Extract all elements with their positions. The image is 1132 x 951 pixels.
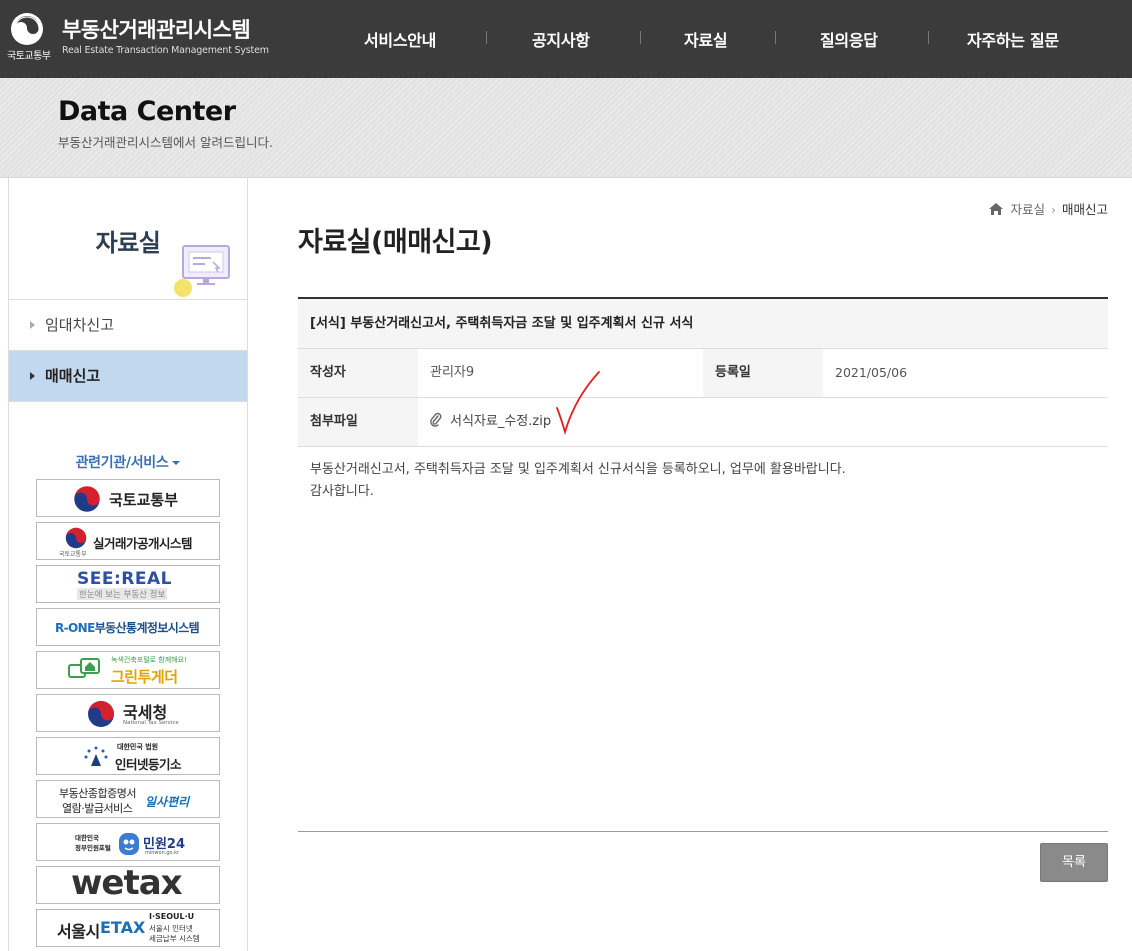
board-bottom-divider xyxy=(298,831,1108,832)
nav-notices[interactable]: 공지사항 xyxy=(532,27,590,51)
post-view: [서식] 부동산거래신고서, 주택취득자금 조달 및 입주계획서 신규 서식 작… xyxy=(298,297,1108,515)
chevron-right-icon: › xyxy=(1050,202,1056,217)
page-title: 자료실(매매신고) xyxy=(298,227,493,258)
attachment-download-link[interactable]: 서식자료_수정.zip xyxy=(450,414,551,429)
banner-url: minwon.go.kr xyxy=(145,850,180,856)
sidebar-menu: 임대차신고 매매신고 xyxy=(9,299,247,402)
banner-line1: 대한민국 xyxy=(75,834,99,842)
nav-divider xyxy=(928,31,929,44)
sidebar-item-lease-report[interactable]: 임대차신고 xyxy=(9,300,247,351)
main-nav: 서비스안내 공지사항 자료실 질의응답 자주하는 질문 xyxy=(330,0,1120,78)
post-subject: [서식] 부동산거래신고서, 주택취득자금 조달 및 입주계획서 신규 서식 xyxy=(298,299,1108,349)
breadcrumb: 자료실 › 매매신고 xyxy=(988,199,1108,219)
post-body-line: 부동산거래신고서, 주택취득자금 조달 및 입주계획서 신규서식을 등록하오니,… xyxy=(310,462,846,477)
banner-line2: 열람·발급서비스 xyxy=(62,802,133,815)
banner-green-together[interactable]: 녹색건축포털로 함께해요! 그린투게더 xyxy=(36,651,220,689)
sidebar: 자료실 임대차신고 매매신고 관련기관/서비스 국토교통부 국토교통부 실거래가… xyxy=(8,178,248,951)
banner-sublabel: 대한민국 법원 xyxy=(117,743,159,751)
nav-divider xyxy=(775,31,776,44)
list-button[interactable]: 목록 xyxy=(1040,843,1108,882)
chat-house-icon xyxy=(68,658,100,678)
monitor-icon xyxy=(181,244,235,292)
caret-right-icon xyxy=(30,321,35,329)
nav-divider xyxy=(640,31,641,44)
home-icon[interactable] xyxy=(988,202,1004,219)
banner-seoul-etax[interactable]: 서울시 ETAX I·SEOUL·U 서울시 인터넷 세금납부 시스템 xyxy=(36,909,220,947)
paperclip-icon xyxy=(430,401,442,449)
sub-visual-banner: Data Center 부동산거래관리시스템에서 알려드립니다. xyxy=(0,78,1132,178)
site-title[interactable]: 부동산거래관리시스템 xyxy=(62,14,251,44)
taegeuk-icon xyxy=(73,485,101,513)
banner-prefix: R- xyxy=(55,621,69,635)
related-services-label: 관련기관/서비스 xyxy=(75,455,169,471)
visual-title: Data Center xyxy=(58,96,236,127)
court-emblem-icon xyxy=(84,746,108,766)
banner-sublabel: 한눈에 보는 부동산 정보 xyxy=(77,588,168,600)
banner-wetax[interactable]: wetax xyxy=(36,866,220,904)
banner-kras[interactable]: 부동산종합증명서 열람·발급서비스 일사편리 xyxy=(36,780,220,818)
caret-right-icon xyxy=(30,372,35,380)
banner-label: ETAX xyxy=(100,918,146,937)
taegeuk-emblem-icon[interactable] xyxy=(10,12,44,46)
mascot-icon xyxy=(119,833,139,855)
banner-brand: 일사편리 xyxy=(145,795,190,809)
post-attachment-row: 첨부파일 서식자료_수정.zip xyxy=(298,398,1108,447)
top-header: 국토교통부 부동산거래관리시스템 Real Estate Transaction… xyxy=(0,0,1132,78)
taegeuk-icon xyxy=(65,527,87,549)
banner-label: 인터넷등기소 xyxy=(115,757,182,772)
banner-rtms[interactable]: 국토교통부 실거래가공개시스템 xyxy=(36,522,220,560)
banner-label: 그린투게더 xyxy=(111,668,178,686)
author-label: 작성자 xyxy=(298,349,418,397)
banner-molit[interactable]: 국토교통부 xyxy=(36,479,220,517)
nav-faq[interactable]: 자주하는 질문 xyxy=(967,27,1059,51)
breadcrumb-item-current: 매매신고 xyxy=(1061,202,1108,217)
banner-seereal[interactable]: SEE:REAL 한눈에 보는 부동산 정보 xyxy=(36,565,220,603)
banner-sublabel: National Tax Service xyxy=(123,720,179,726)
nav-qna[interactable]: 질의응답 xyxy=(820,27,878,51)
banner-sublabel: 국토교통부 xyxy=(59,551,87,558)
banner-label: SEE:REAL xyxy=(77,569,172,589)
banner-line1: 부동산종합증명서 xyxy=(59,787,136,800)
date-value: 2021/05/06 xyxy=(835,365,908,380)
attachment-label: 첨부파일 xyxy=(298,398,418,446)
post-meta-row: 작성자 관리자9 등록일 2021/05/06 xyxy=(298,349,1108,398)
red-checkmark-annotation xyxy=(555,368,605,442)
site-subtitle: Real Estate Transaction Management Syste… xyxy=(62,45,269,56)
banner-iros[interactable]: 대한민국 법원 인터넷등기소 xyxy=(36,737,220,775)
banner-desc2: 세금납부 시스템 xyxy=(149,934,200,943)
breadcrumb-item-data-room[interactable]: 자료실 xyxy=(1010,202,1045,217)
banner-rone[interactable]: R-ONE부동산통계정보시스템 xyxy=(36,608,220,646)
banner-nts[interactable]: 국세청 National Tax Service xyxy=(36,694,220,732)
nav-divider xyxy=(486,31,487,44)
date-label: 등록일 xyxy=(703,349,823,397)
attachment-cell: 서식자료_수정.zip xyxy=(418,398,1108,446)
visual-subtitle: 부동산거래관리시스템에서 알려드립니다. xyxy=(58,135,273,150)
post-body: 부동산거래신고서, 주택취득자금 조달 및 입주계획서 신규서식을 등록하오니,… xyxy=(298,447,1108,515)
banner-line2: 정부민원포털 xyxy=(75,844,111,852)
sidebar-item-label: 임대차신고 xyxy=(45,316,115,334)
ministry-name: 국토교통부 xyxy=(7,51,51,62)
banner-city: 서울시 xyxy=(57,922,100,941)
taegeuk-icon xyxy=(88,701,114,727)
nav-data-room[interactable]: 자료실 xyxy=(684,27,728,51)
banner-brand: I·SEOUL·U xyxy=(149,912,195,921)
nav-service-info[interactable]: 서비스안내 xyxy=(364,27,436,51)
banner-label: 부동산통계정보시스템 xyxy=(94,621,200,635)
caret-down-icon xyxy=(172,461,181,465)
sidebar-item-label: 매매신고 xyxy=(45,367,101,385)
sidebar-item-sale-report[interactable]: 매매신고 xyxy=(9,351,247,402)
post-body-line: 감사합니다. xyxy=(310,484,374,499)
banner-brand: ONE xyxy=(68,621,95,635)
banner-label: 실거래가공개시스템 xyxy=(93,536,193,551)
banner-label: 국토교통부 xyxy=(109,491,179,509)
banner-minwon24[interactable]: 대한민국 정부민원포털 민원24 minwon.go.kr xyxy=(36,823,220,861)
related-services-toggle[interactable]: 관련기관/서비스 xyxy=(9,452,247,472)
banner-tagline: 녹색건축포털로 함께해요! xyxy=(111,656,187,664)
banner-label: wetax xyxy=(71,866,183,903)
